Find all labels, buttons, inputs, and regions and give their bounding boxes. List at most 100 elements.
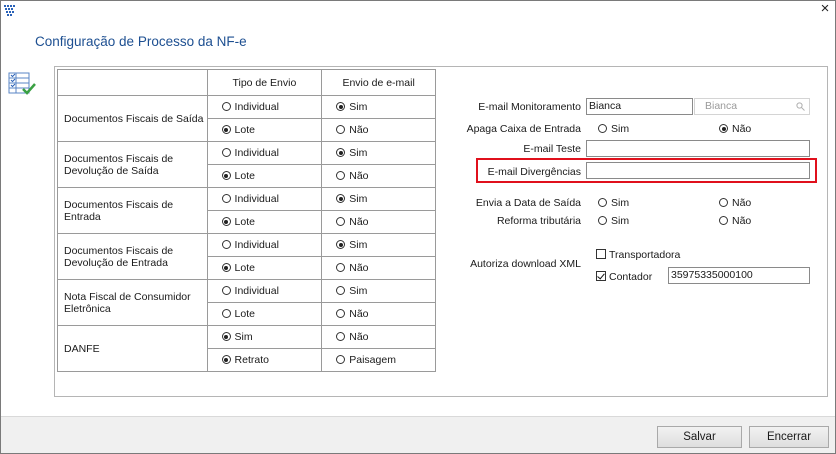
radio-icon: [221, 309, 231, 318]
radio-icon: [719, 216, 728, 225]
envio-email-option-label: Sim: [349, 147, 368, 159]
envia-sim-radio[interactable]: Sim: [598, 197, 629, 209]
envio-email-option-label: Não: [349, 331, 369, 343]
tipo-envio-radio[interactable]: Lote: [206, 302, 323, 326]
envio-email-radio[interactable]: Não: [321, 325, 436, 349]
radio-selected-icon: [336, 102, 346, 111]
radio-selected-icon: [221, 217, 231, 226]
email-monitoramento-search[interactable]: Bianca: [694, 98, 810, 115]
radio-icon: [598, 198, 607, 207]
envio-email-radio[interactable]: Sim: [321, 187, 436, 211]
reforma-nao-label: Não: [732, 215, 752, 227]
tipo-envio-option-label: Lote: [234, 170, 255, 182]
envio-email-option-label: Sim: [349, 239, 368, 251]
envio-email-radio[interactable]: Não: [321, 164, 436, 188]
envio-email-radio[interactable]: Não: [321, 256, 436, 280]
envio-email-radio[interactable]: Não: [321, 302, 436, 326]
header-tipo-envio: Tipo de Envio: [206, 69, 323, 96]
radio-selected-icon: [221, 263, 231, 272]
tipo-envio-radio[interactable]: Individual: [206, 141, 323, 165]
row-label: DANFE: [57, 325, 208, 372]
envio-email-radio[interactable]: Sim: [321, 233, 436, 257]
tipo-envio-option-label: Lote: [234, 124, 255, 136]
radio-icon: [719, 198, 728, 207]
transportadora-checkbox[interactable]: Transportadora: [596, 249, 680, 261]
reforma-sim-radio[interactable]: Sim: [598, 215, 629, 227]
tipo-envio-radio[interactable]: Individual: [206, 233, 323, 257]
radio-selected-icon: [221, 355, 231, 364]
envio-email-option-label: Não: [349, 308, 369, 320]
row-label: Documentos Fiscais de Entrada: [57, 187, 208, 234]
search-icon[interactable]: [796, 102, 805, 111]
page-title: Configuração de Processo da NF-e: [35, 34, 247, 49]
apaga-caixa-label: Apaga Caixa de Entrada: [466, 123, 581, 135]
email-monitoramento-label: E-mail Monitoramento: [478, 101, 581, 113]
envia-nao-label: Não: [732, 197, 752, 209]
envio-email-option-label: Sim: [349, 193, 368, 205]
radio-icon: [221, 102, 231, 111]
close-button[interactable]: Encerrar: [749, 426, 829, 448]
envio-email-radio[interactable]: Sim: [321, 279, 436, 303]
apaga-sim-radio[interactable]: Sim: [598, 123, 629, 135]
process-table: Tipo de Envio Envio de e-mail: [57, 69, 436, 96]
reforma-sim-label: Sim: [611, 215, 630, 227]
envio-email-option-label: Sim: [349, 285, 368, 297]
row-label: Documentos Fiscais de Saída: [57, 95, 208, 142]
envio-email-option-label: Não: [349, 262, 369, 274]
apaga-nao-radio[interactable]: Não: [719, 123, 751, 135]
contador-label: Contador: [609, 271, 653, 283]
tipo-envio-radio[interactable]: Lote: [206, 256, 323, 280]
radio-selected-icon: [336, 240, 346, 249]
tipo-envio-radio[interactable]: Lote: [206, 118, 323, 142]
apaga-sim-label: Sim: [611, 123, 630, 135]
envia-sim-label: Sim: [611, 197, 630, 209]
radio-icon: [336, 286, 346, 295]
email-teste-input[interactable]: [586, 140, 810, 157]
reforma-nao-radio[interactable]: Não: [719, 215, 751, 227]
radio-icon: [336, 217, 346, 226]
row-label: Documentos Fiscais de Devolução de Entra…: [57, 233, 208, 280]
envio-email-radio[interactable]: Sim: [321, 95, 436, 119]
radio-icon: [221, 194, 231, 203]
tipo-envio-option-label: Lote: [234, 262, 255, 274]
envio-email-option-label: Não: [349, 124, 369, 136]
envio-email-radio[interactable]: Não: [321, 210, 436, 234]
tipo-envio-radio[interactable]: Retrato: [206, 348, 323, 372]
envio-email-radio[interactable]: Paisagem: [321, 348, 436, 372]
row-label: Nota Fiscal de Consumidor Eletrônica: [57, 279, 208, 326]
tipo-envio-radio[interactable]: Individual: [206, 95, 323, 119]
envio-email-radio[interactable]: Sim: [321, 141, 436, 165]
tipo-envio-option-label: Individual: [234, 193, 279, 205]
apaga-nao-label: Não: [732, 123, 752, 135]
email-monitoramento-input[interactable]: Bianca: [586, 98, 693, 115]
close-icon[interactable]: ×: [815, 0, 835, 18]
tipo-envio-option-label: Individual: [234, 285, 279, 297]
contador-checkbox[interactable]: Contador: [596, 271, 652, 283]
header-empty: [57, 69, 208, 96]
contador-input[interactable]: 35975335000100: [668, 267, 810, 284]
tipo-envio-radio[interactable]: Lote: [206, 164, 323, 188]
tipo-envio-radio[interactable]: Lote: [206, 210, 323, 234]
reforma-tributaria-label: Reforma tributária: [496, 215, 581, 227]
autoriza-download-label: Autoriza download XML: [470, 258, 581, 270]
envia-nao-radio[interactable]: Não: [719, 197, 751, 209]
radio-icon: [336, 309, 346, 318]
save-button[interactable]: Salvar: [657, 426, 742, 448]
radio-icon: [336, 171, 346, 180]
tipo-envio-radio[interactable]: Individual: [206, 187, 323, 211]
checkbox-checked-icon: [596, 271, 606, 281]
radio-icon: [598, 124, 607, 133]
radio-icon: [221, 286, 231, 295]
radio-selected-icon: [336, 148, 346, 157]
tipo-envio-radio[interactable]: Individual: [206, 279, 323, 303]
checkbox-icon: [596, 249, 606, 259]
tipo-envio-radio[interactable]: Sim: [206, 325, 323, 349]
header-envio-email: Envio de e-mail: [321, 69, 436, 96]
process-table-body: Documentos Fiscais de Saída Individual Sim…: [57, 95, 436, 372]
radio-icon: [598, 216, 607, 225]
highlight-box: [476, 158, 817, 183]
tipo-envio-option-label: Lote: [234, 308, 255, 320]
radio-selected-icon: [221, 171, 231, 180]
envio-email-radio[interactable]: Não: [321, 118, 436, 142]
tipo-envio-option-label: Individual: [234, 239, 279, 251]
